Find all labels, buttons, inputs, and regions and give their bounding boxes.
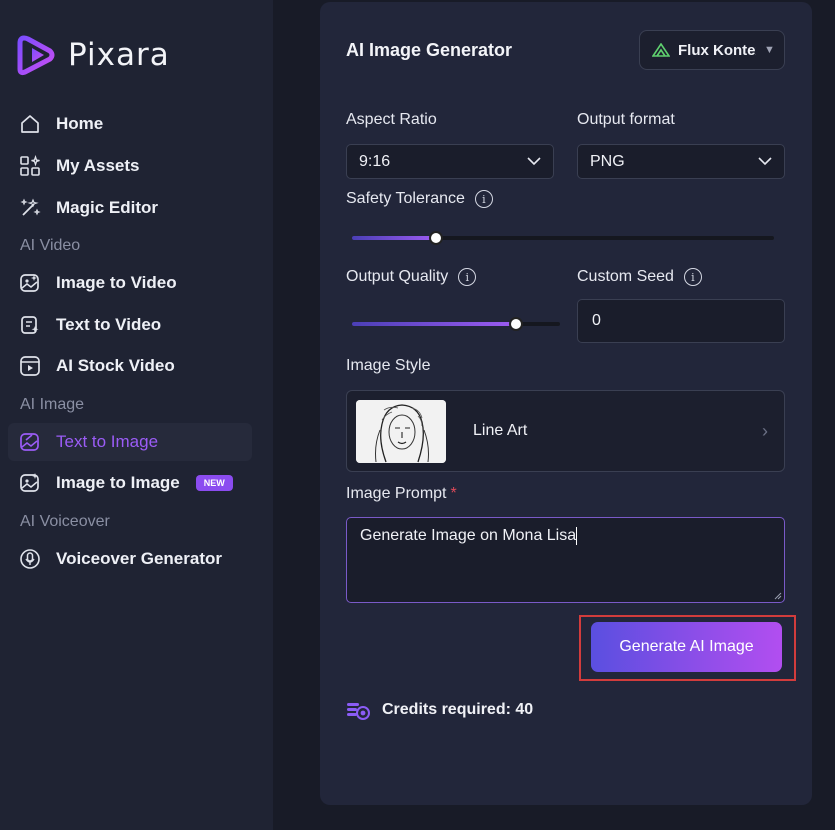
brand-name: Pixara xyxy=(68,37,170,73)
sidebar-item-label: AI Stock Video xyxy=(56,356,175,375)
aspect-ratio-label: Aspect Ratio xyxy=(346,111,437,129)
generate-ai-image-button[interactable]: Generate AI Image xyxy=(591,622,782,672)
info-icon[interactable]: i xyxy=(474,190,493,208)
slider-thumb[interactable] xyxy=(509,317,523,331)
sidebar-item-image-to-image[interactable]: Image to Image NEW xyxy=(8,464,252,502)
aspect-ratio-value: 9:16 xyxy=(359,152,391,170)
sidebar: Pixara Home My Assets Magic Editor AI Vi… xyxy=(0,0,273,830)
credits-text: Credits required: 40 xyxy=(382,701,534,718)
sidebar-item-label: Text to Image xyxy=(56,432,159,451)
model-name: Flux Kontext xyxy=(678,41,756,59)
aspect-ratio-label-text: Aspect Ratio xyxy=(346,111,437,128)
sidebar-item-ai-stock-video[interactable]: AI Stock Video xyxy=(8,347,252,385)
aspect-ratio-select[interactable]: 9:16 xyxy=(346,144,554,179)
caret-down-icon: ▼ xyxy=(764,44,775,56)
required-asterisk: * xyxy=(450,485,457,502)
custom-seed-label-text: Custom Seed xyxy=(577,268,674,285)
sidebar-item-text-to-video[interactable]: Text to Video xyxy=(8,306,252,344)
output-format-value: PNG xyxy=(590,152,625,170)
image-style-label: Image Style xyxy=(346,357,430,375)
text-image-icon xyxy=(18,430,42,454)
sidebar-item-label: Image to Video xyxy=(56,273,177,292)
model-selector[interactable]: Flux Kontext ▼ xyxy=(639,30,785,70)
sidebar-item-magic-editor[interactable]: Magic Editor xyxy=(8,189,252,227)
resize-handle-icon[interactable] xyxy=(773,591,782,600)
image-prompt-value: Generate Image on Mona Lisa xyxy=(360,527,577,544)
assets-grid-icon xyxy=(18,154,42,178)
chevron-down-icon xyxy=(527,157,541,166)
image-video-icon xyxy=(18,271,42,295)
image-style-label-text: Image Style xyxy=(346,357,431,374)
video-player-icon xyxy=(18,354,42,378)
sidebar-item-label: My Assets xyxy=(56,156,140,175)
section-heading-ai-image: AI Image xyxy=(20,396,85,413)
magic-wand-icon xyxy=(18,196,42,220)
image-style-value: Line Art xyxy=(473,422,528,439)
sidebar-item-image-to-video[interactable]: Image to Video xyxy=(8,264,252,302)
image-style-selector[interactable]: Line Art › xyxy=(346,390,785,472)
text-document-icon xyxy=(18,313,42,337)
output-format-label: Output format xyxy=(577,111,675,129)
panel-title: AI Image Generator xyxy=(346,40,513,60)
slider-thumb[interactable] xyxy=(429,231,443,245)
output-quality-slider[interactable] xyxy=(352,317,560,331)
text-cursor xyxy=(576,526,578,545)
coins-icon xyxy=(347,703,370,720)
sidebar-item-text-to-image[interactable]: Text to Image xyxy=(8,423,252,461)
output-quality-label: Output Quality i xyxy=(346,268,477,286)
image-prompt-label-text: Image Prompt xyxy=(346,485,447,502)
image-prompt-textarea[interactable]: Generate Image on Mona Lisa xyxy=(346,517,785,603)
sidebar-item-home[interactable]: Home xyxy=(8,105,252,143)
info-icon[interactable]: i xyxy=(683,268,702,286)
section-heading-ai-video: AI Video xyxy=(20,237,81,254)
section-heading-ai-voiceover: AI Voiceover xyxy=(20,513,110,530)
custom-seed-value: 0 xyxy=(592,312,601,329)
sidebar-item-voiceover-generator[interactable]: Voiceover Generator xyxy=(8,540,252,578)
custom-seed-label: Custom Seed i xyxy=(577,268,702,286)
credits-info: Credits required: 40 xyxy=(346,700,533,720)
safety-tolerance-label: Safety Tolerance i xyxy=(346,190,493,208)
home-icon xyxy=(18,112,42,136)
output-quality-label-text: Output Quality xyxy=(346,268,449,285)
output-format-select[interactable]: PNG xyxy=(577,144,785,179)
output-format-label-text: Output format xyxy=(577,111,675,128)
sidebar-item-label: Voiceover Generator xyxy=(56,549,222,568)
microphone-icon xyxy=(18,547,42,571)
sidebar-item-label: Magic Editor xyxy=(56,198,159,217)
safety-tolerance-slider[interactable] xyxy=(352,231,774,245)
slider-fill xyxy=(352,236,436,240)
chevron-right-icon: › xyxy=(762,420,768,441)
info-icon[interactable]: i xyxy=(458,268,477,286)
custom-seed-input[interactable]: 0 xyxy=(577,299,785,343)
image-sparkle-icon xyxy=(18,471,42,495)
sidebar-item-label: Text to Video xyxy=(56,315,162,334)
pixara-logo-icon xyxy=(17,35,55,76)
flux-logo-icon xyxy=(652,43,670,57)
safety-tolerance-label-text: Safety Tolerance xyxy=(346,190,465,207)
brand-logo[interactable]: Pixara xyxy=(16,34,170,76)
chevron-down-icon xyxy=(758,157,772,166)
style-thumbnail xyxy=(356,399,446,463)
generator-panel: AI Image Generator Flux Kontext ▼ Aspect… xyxy=(320,2,812,805)
sidebar-item-label: Image to Image xyxy=(56,473,180,492)
new-badge: NEW xyxy=(195,475,233,491)
slider-fill xyxy=(352,322,516,326)
sidebar-item-my-assets[interactable]: My Assets xyxy=(8,147,252,185)
image-prompt-label: Image Prompt * xyxy=(346,485,457,503)
sidebar-item-label: Home xyxy=(56,114,104,133)
